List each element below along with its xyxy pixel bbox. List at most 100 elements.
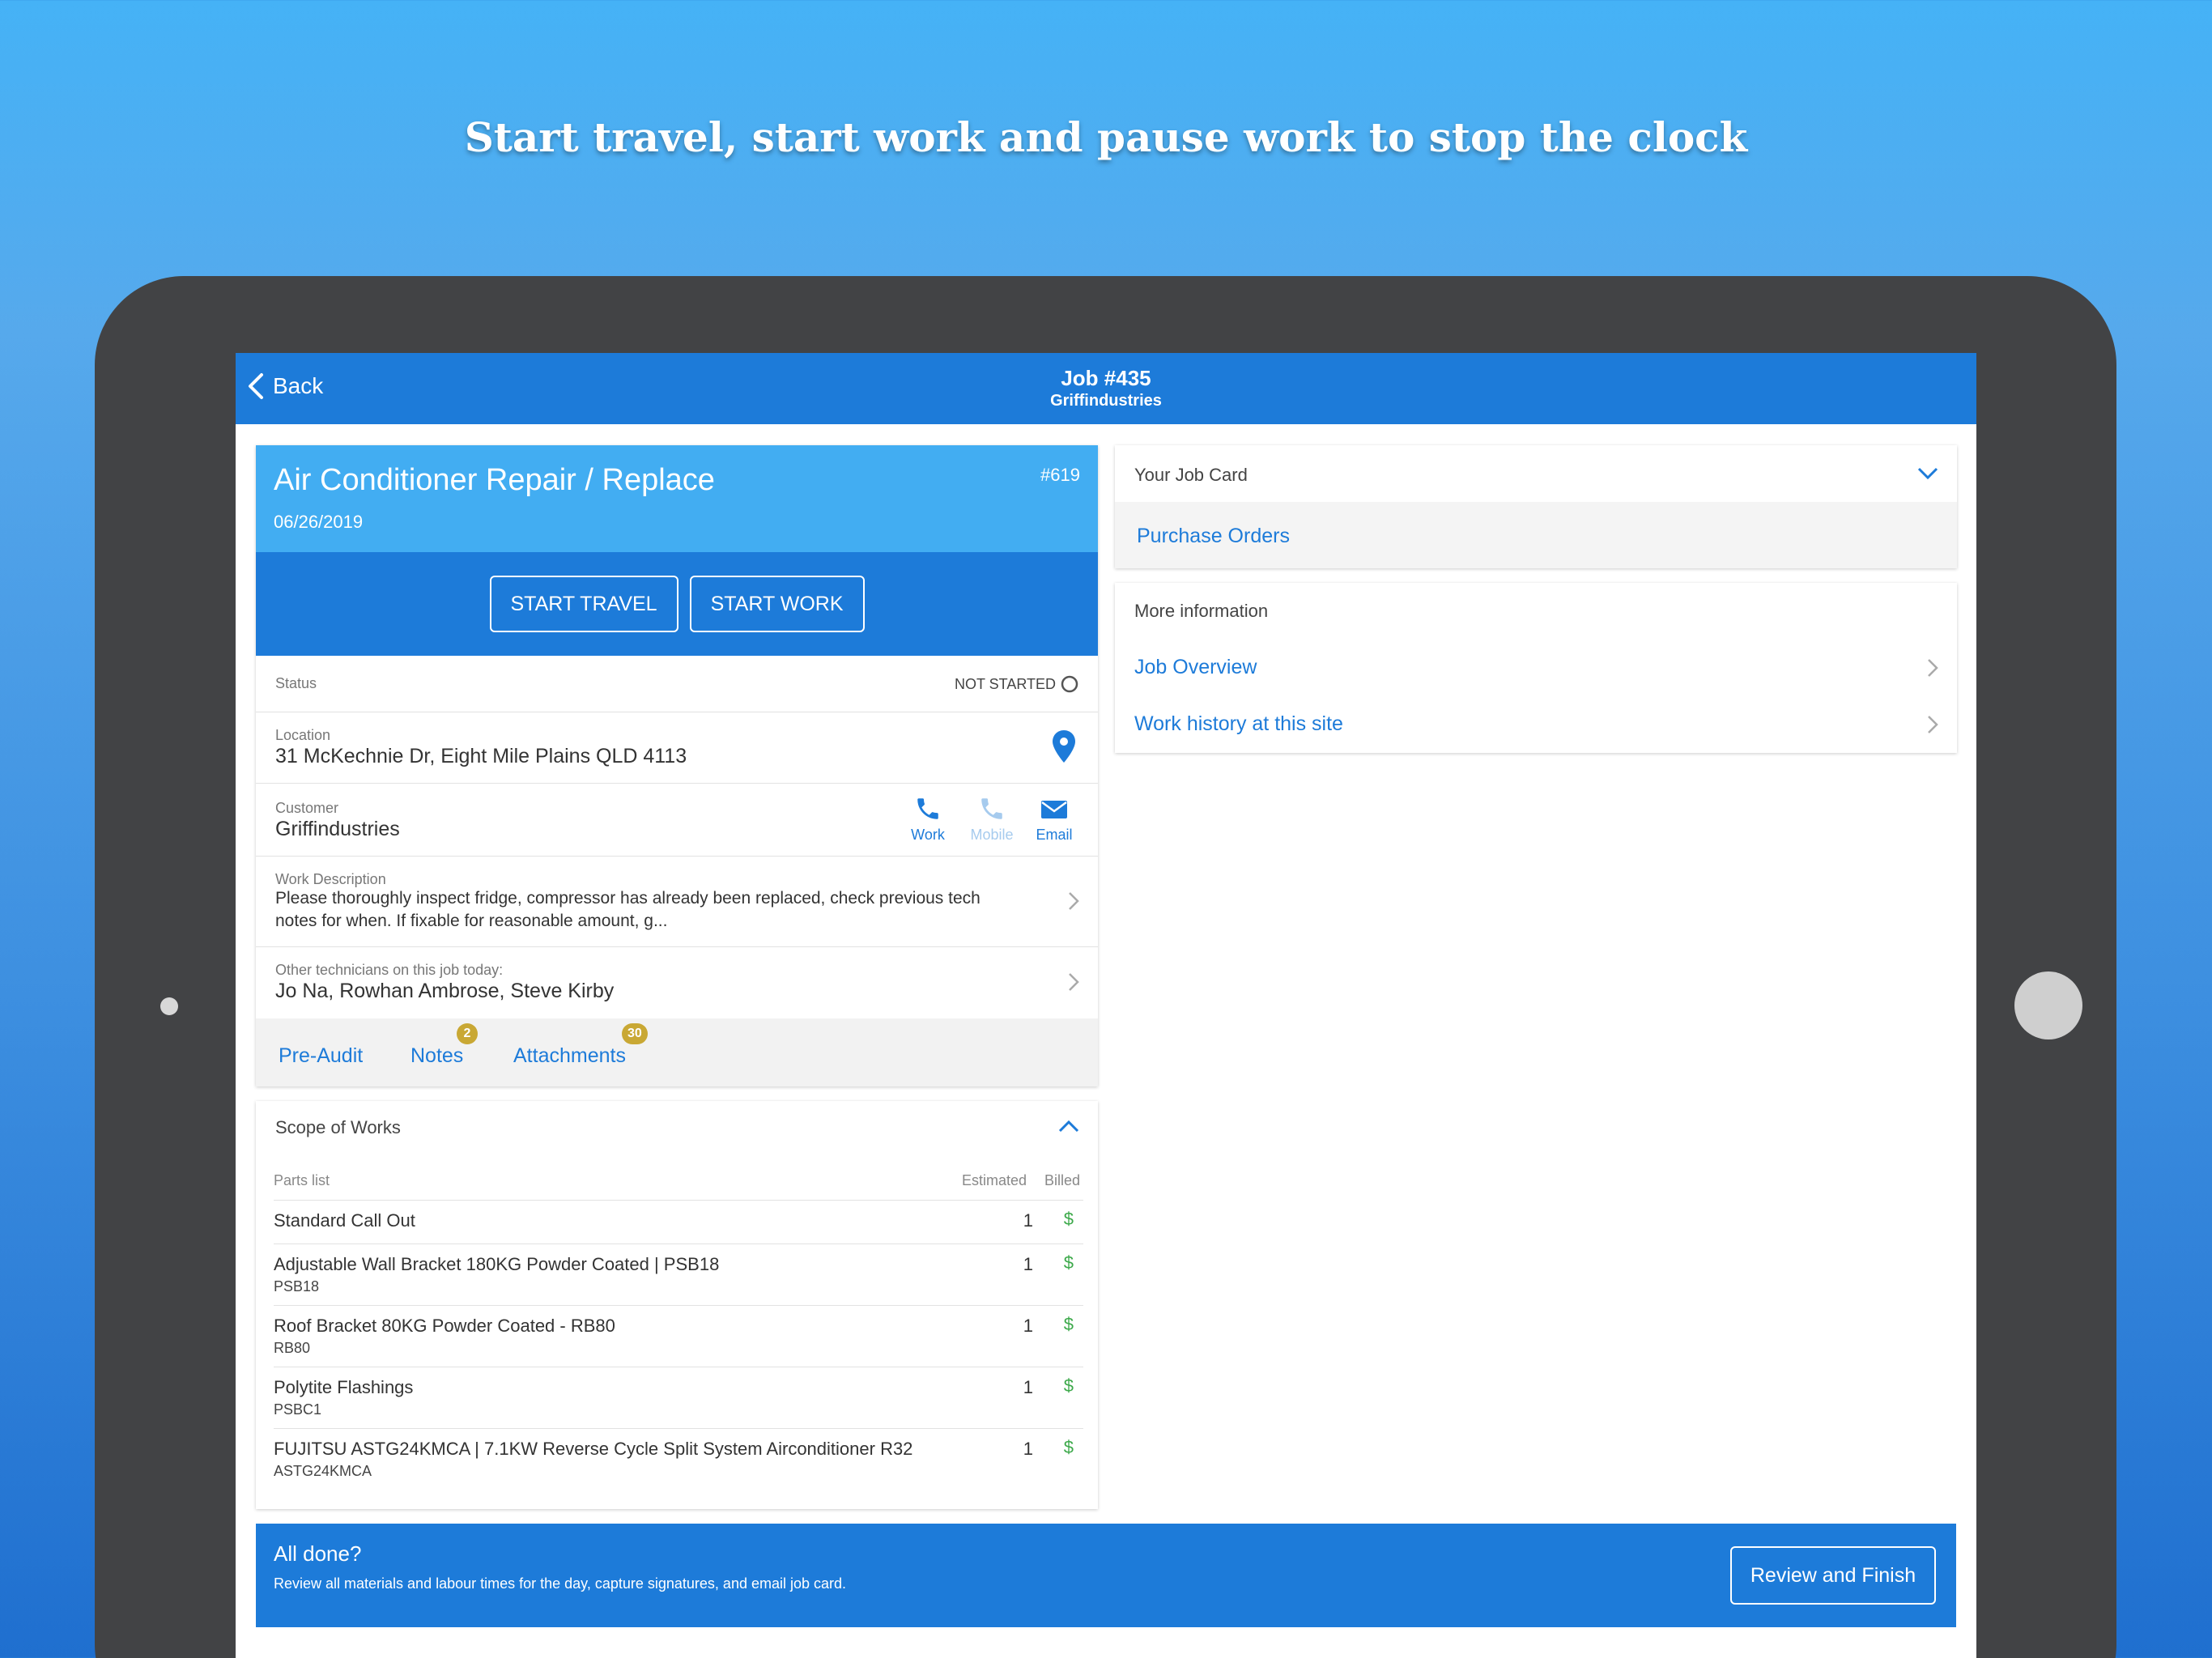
billed-dollar-icon: $: [1063, 1437, 1074, 1457]
right-column: Your Job Card Purchase Orders More infor…: [1115, 445, 1957, 753]
billed-dollar-icon: $: [1063, 1314, 1074, 1334]
scope-of-works-panel: Scope of Works Parts list Estimated Bill…: [256, 1101, 1098, 1509]
billed-dollar-icon: $: [1063, 1252, 1074, 1273]
email-icon: [1041, 801, 1067, 818]
part-name: Polytite Flashings: [274, 1377, 414, 1397]
part-code: PSBC1: [274, 1401, 322, 1418]
chevron-right-icon: [1928, 659, 1938, 677]
chevron-right-icon: [1928, 716, 1938, 733]
billed-dollar-icon: $: [1063, 1209, 1074, 1229]
phone-icon: [981, 798, 1002, 819]
chevron-right-icon: [1069, 892, 1079, 910]
customer-row: Customer Griffindustries Work Mobile Ema…: [256, 784, 1098, 857]
footer-subtext: Review all materials and labour times fo…: [274, 1575, 847, 1592]
job-header: Air Conditioner Repair / Replace 06/26/2…: [256, 445, 1098, 552]
technicians-row[interactable]: Other technicians on this job today: Jo …: [256, 947, 1098, 1018]
status-circle-icon: [1061, 675, 1078, 693]
call-work-label: Work: [911, 827, 945, 843]
start-work-button[interactable]: START WORK: [689, 576, 865, 632]
call-mobile-label: Mobile: [970, 827, 1014, 843]
work-description-label: Work Description: [275, 871, 386, 887]
job-customer-subtitle: Griffindustries: [1050, 392, 1162, 410]
status-row: Status NOT STARTED: [256, 656, 1098, 712]
all-done-footer: All done? Review all materials and labou…: [256, 1524, 1956, 1627]
parts-list-label: Parts list: [274, 1172, 330, 1188]
table-row[interactable]: Adjustable Wall Bracket 180KG Powder Coa…: [274, 1244, 1083, 1305]
app-screen: Back Job #435 Griffindustries Air Condit…: [236, 353, 1976, 1658]
part-qty: 1: [1023, 1377, 1033, 1397]
estimated-header: Estimated: [961, 1172, 1027, 1188]
location-label: Location: [275, 727, 331, 743]
your-job-card-panel: Your Job Card Purchase Orders: [1115, 445, 1957, 568]
work-description-line-2: notes for when. If fixable for reasonabl…: [275, 912, 668, 930]
work-history-link: Work history at this site: [1134, 712, 1343, 735]
job-overview-link: Job Overview: [1134, 656, 1257, 678]
purchase-orders-link[interactable]: Purchase Orders: [1137, 525, 1290, 548]
job-title: Job #435: [1061, 366, 1151, 390]
top-bar: Back Job #435 Griffindustries: [236, 353, 1976, 424]
table-row[interactable]: FUJITSU ASTG24KMCA | 7.1KW Reverse Cycle…: [274, 1428, 1083, 1490]
part-name: Adjustable Wall Bracket 180KG Powder Coa…: [274, 1254, 720, 1274]
job-date: 06/26/2019: [274, 512, 364, 532]
camera-dot: [160, 997, 178, 1015]
part-code: RB80: [274, 1340, 311, 1356]
status-label: Status: [275, 675, 317, 691]
work-history-row[interactable]: Work history at this site: [1115, 696, 1957, 753]
headline: Start travel, start work and pause work …: [464, 113, 1748, 161]
email-label: Email: [1036, 827, 1073, 843]
part-name: Roof Bracket 80KG Powder Coated - RB80: [274, 1316, 615, 1336]
job-card-header[interactable]: Your Job Card: [1115, 445, 1957, 502]
job-actions: START TRAVEL START WORK: [256, 552, 1098, 656]
job-tabs: Pre-Audit Notes 2 Attachments 30: [256, 1018, 1098, 1086]
notes-count-badge: 2: [457, 1023, 478, 1044]
scope-title: Scope of Works: [275, 1117, 401, 1137]
map-pin-icon[interactable]: [1053, 730, 1075, 763]
tab-attachments[interactable]: Attachments: [513, 1044, 626, 1068]
job-card-title: Your Job Card: [1134, 465, 1248, 485]
left-column: Air Conditioner Repair / Replace 06/26/2…: [256, 445, 1098, 1509]
part-qty: 1: [1023, 1210, 1033, 1231]
job-overview-row[interactable]: Job Overview: [1115, 640, 1957, 696]
more-info-title: More information: [1134, 601, 1269, 621]
part-name: Standard Call Out: [274, 1210, 415, 1231]
status-value: NOT STARTED: [955, 675, 1078, 693]
location-row[interactable]: Location 31 McKechnie Dr, Eight Mile Pla…: [256, 712, 1098, 784]
phone-icon: [917, 798, 938, 819]
tab-pre-audit[interactable]: Pre-Audit: [279, 1044, 363, 1068]
part-name: FUJITSU ASTG24KMCA | 7.1KW Reverse Cycle…: [274, 1439, 913, 1459]
footer-heading: All done?: [274, 1541, 362, 1566]
table-row[interactable]: Polytite Flashings PSBC1 1 $: [274, 1367, 1083, 1428]
review-and-finish-button[interactable]: Review and Finish: [1730, 1546, 1936, 1605]
customer-value: Griffindustries: [275, 818, 400, 840]
technicians-label: Other technicians on this job today:: [275, 962, 504, 978]
work-description-line-1: Please thoroughly inspect fridge, compre…: [275, 889, 981, 908]
location-value: 31 McKechnie Dr, Eight Mile Plains QLD 4…: [275, 745, 687, 767]
part-qty: 1: [1023, 1439, 1033, 1459]
work-description-row[interactable]: Work Description Please thoroughly inspe…: [256, 857, 1098, 947]
attachments-count-badge: 30: [622, 1023, 648, 1044]
email-button[interactable]: Email: [1030, 795, 1078, 844]
chevron-down-icon: [1917, 467, 1938, 480]
part-qty: 1: [1023, 1254, 1033, 1274]
technicians-value: Jo Na, Rowhan Ambrose, Steve Kirby: [275, 980, 615, 1002]
table-row[interactable]: Roof Bracket 80KG Powder Coated - RB80 R…: [274, 1305, 1083, 1367]
part-qty: 1: [1023, 1316, 1033, 1336]
call-mobile-button[interactable]: Mobile: [965, 795, 1019, 844]
job-type-title: Air Conditioner Repair / Replace: [274, 463, 715, 497]
start-travel-button[interactable]: START TRAVEL: [489, 576, 678, 632]
home-button[interactable]: [2014, 971, 2082, 1039]
part-code: PSB18: [274, 1278, 320, 1295]
table-row[interactable]: Standard Call Out 1 $: [274, 1200, 1083, 1244]
job-card-panel: Air Conditioner Repair / Replace 06/26/2…: [256, 445, 1098, 1086]
call-work-button[interactable]: Work: [904, 795, 952, 844]
billed-dollar-icon: $: [1063, 1375, 1074, 1396]
more-information-panel: More information Job Overview Work histo…: [1115, 583, 1957, 753]
billed-header: Billed: [1044, 1172, 1080, 1188]
chevron-up-icon[interactable]: [1057, 1119, 1080, 1133]
part-code: ASTG24KMCA: [274, 1463, 372, 1479]
job-number: #619: [1040, 465, 1080, 485]
tab-notes[interactable]: Notes: [410, 1044, 463, 1068]
chevron-right-icon: [1069, 973, 1079, 991]
status-text: NOT STARTED: [954, 675, 1056, 692]
customer-label: Customer: [275, 800, 339, 816]
